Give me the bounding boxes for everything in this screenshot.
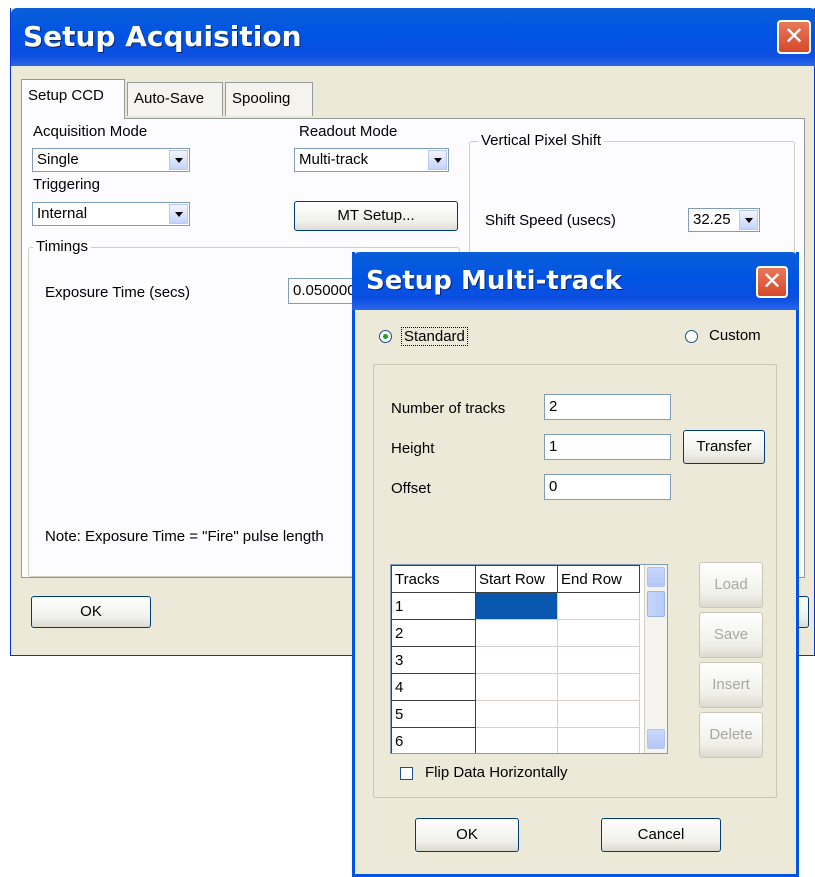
- delete-button[interactable]: Delete: [699, 712, 763, 758]
- acquisition-mode-value: Single: [37, 151, 79, 168]
- table-row[interactable]: 2: [391, 619, 640, 647]
- end-row-cell[interactable]: [557, 619, 640, 647]
- track-number: 4: [391, 673, 476, 701]
- scrollbar-thumb[interactable]: [647, 591, 665, 617]
- readout-mode-select[interactable]: Multi-track: [294, 148, 449, 172]
- start-row-cell[interactable]: [475, 700, 558, 728]
- tab-spooling[interactable]: Spooling: [225, 82, 313, 116]
- dialog-title: Setup Multi-track: [366, 266, 622, 296]
- save-button[interactable]: Save: [699, 612, 763, 658]
- close-icon[interactable]: ✕: [756, 266, 788, 298]
- flip-data-checkbox[interactable]: [400, 767, 413, 780]
- chevron-down-icon[interactable]: [169, 204, 188, 224]
- end-row-cell[interactable]: [557, 646, 640, 674]
- exposure-note: Note: Exposure Time = "Fire" pulse lengt…: [45, 528, 324, 545]
- acquisition-mode-select[interactable]: Single: [32, 148, 190, 172]
- start-row-cell[interactable]: [475, 646, 558, 674]
- insert-button[interactable]: Insert: [699, 662, 763, 708]
- timings-title: Timings: [33, 238, 91, 255]
- exposure-time-label: Exposure Time (secs): [45, 284, 191, 301]
- start-row-cell[interactable]: [475, 592, 558, 620]
- number-of-tracks-label: Number of tracks: [391, 400, 506, 417]
- start-row-cell[interactable]: [475, 619, 558, 647]
- end-row-cell[interactable]: [557, 727, 640, 753]
- start-row-cell[interactable]: [475, 673, 558, 701]
- shift-speed-value: 32.25: [693, 211, 731, 228]
- offset-input[interactable]: 0: [544, 474, 671, 500]
- tab-setup-ccd[interactable]: Setup CCD: [21, 79, 125, 119]
- triggering-value: Internal: [37, 205, 88, 222]
- table-row[interactable]: 6: [391, 727, 640, 753]
- mt-setup-button[interactable]: MT Setup...: [294, 201, 458, 231]
- offset-label: Offset: [391, 480, 431, 497]
- ok-label: OK: [80, 603, 102, 620]
- start-row-cell[interactable]: [475, 727, 558, 753]
- shift-speed-select[interactable]: 32.25: [688, 208, 760, 232]
- chevron-down-icon[interactable]: [739, 210, 758, 230]
- ok-button[interactable]: OK: [415, 818, 519, 852]
- track-number: 5: [391, 700, 476, 728]
- track-number: 1: [391, 592, 476, 620]
- close-icon[interactable]: ✕: [777, 20, 811, 54]
- vertical-pixel-shift-title: Vertical Pixel Shift: [478, 132, 605, 149]
- table-scrollbar[interactable]: [644, 565, 667, 753]
- tab-auto-save[interactable]: Auto-Save: [127, 82, 223, 116]
- number-of-tracks-input[interactable]: 2: [544, 394, 671, 420]
- table-row[interactable]: 1: [391, 592, 640, 620]
- title-bar[interactable]: Setup Acquisition ✕: [11, 8, 815, 66]
- custom-label[interactable]: Custom: [709, 327, 761, 344]
- standard-radio[interactable]: [379, 330, 392, 343]
- table-row[interactable]: 5: [391, 700, 640, 728]
- track-number: 2: [391, 619, 476, 647]
- height-input[interactable]: 1: [544, 434, 671, 460]
- tracks-table[interactable]: Tracks Start Row End Row 1 2 3 4 5 6: [390, 564, 668, 754]
- shift-speed-label: Shift Speed (usecs): [485, 212, 616, 229]
- table-header-row: Tracks Start Row End Row: [391, 565, 640, 593]
- transfer-button[interactable]: Transfer: [683, 430, 765, 464]
- end-row-cell[interactable]: [557, 700, 640, 728]
- acquisition-mode-label: Acquisition Mode: [33, 123, 148, 140]
- chevron-up-icon[interactable]: [647, 567, 665, 587]
- window-title: Setup Acquisition: [23, 20, 302, 53]
- end-row-cell[interactable]: [557, 592, 640, 620]
- readout-mode-label: Readout Mode: [299, 123, 398, 140]
- height-label: Height: [391, 440, 435, 457]
- chevron-down-icon[interactable]: [647, 729, 665, 749]
- column-header-end-row[interactable]: End Row: [557, 565, 640, 593]
- triggering-select[interactable]: Internal: [32, 202, 190, 226]
- table-row[interactable]: 3: [391, 646, 640, 674]
- load-button[interactable]: Load: [699, 562, 763, 608]
- flip-data-label[interactable]: Flip Data Horizontally: [425, 764, 568, 781]
- column-header-tracks: Tracks: [391, 565, 476, 593]
- triggering-label: Triggering: [33, 176, 100, 193]
- setup-multitrack-dialog: Setup Multi-track ✕ Standard Custom Numb…: [352, 252, 799, 877]
- readout-mode-value: Multi-track: [299, 151, 369, 168]
- standard-label[interactable]: Standard: [401, 327, 468, 346]
- track-number: 3: [391, 646, 476, 674]
- custom-radio[interactable]: [685, 330, 698, 343]
- chevron-down-icon[interactable]: [428, 150, 447, 170]
- chevron-down-icon[interactable]: [169, 150, 188, 170]
- cancel-button[interactable]: Cancel: [601, 818, 721, 852]
- end-row-cell[interactable]: [557, 673, 640, 701]
- table-row[interactable]: 4: [391, 673, 640, 701]
- column-header-start-row[interactable]: Start Row: [475, 565, 558, 593]
- track-number: 6: [391, 727, 476, 753]
- ok-button[interactable]: OK: [31, 596, 151, 628]
- title-bar[interactable]: Setup Multi-track ✕: [352, 252, 799, 310]
